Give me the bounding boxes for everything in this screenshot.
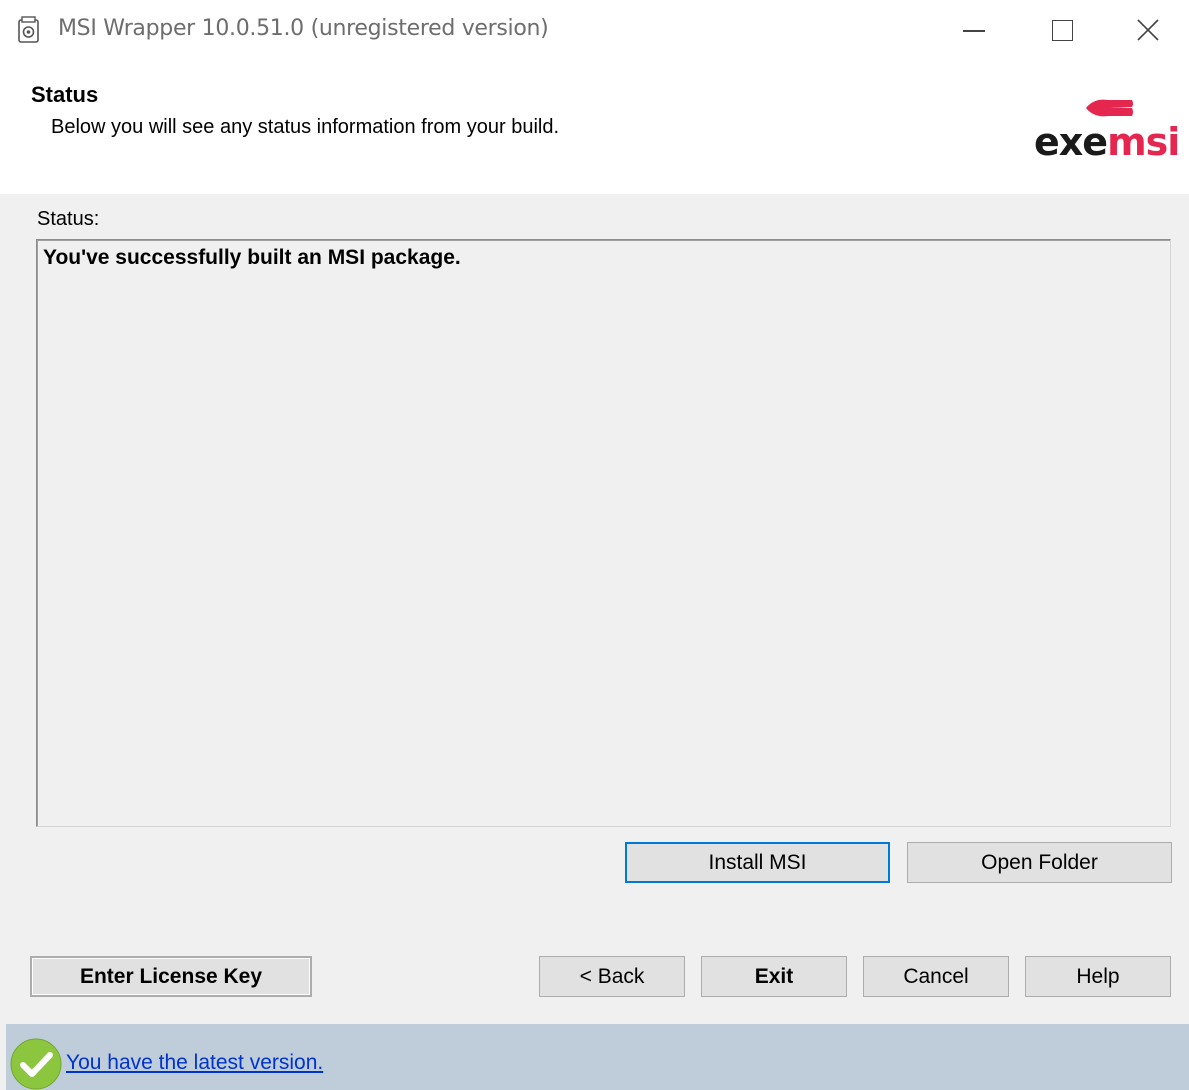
page-title: Status [31,82,99,107]
wizard-header: Status Below you will see any status inf… [0,60,1189,194]
help-button[interactable]: Help [1025,956,1171,997]
app-icon [18,16,39,43]
minimize-button[interactable] [930,0,1018,60]
logo-text: exemsi [1034,120,1180,164]
status-message: You've successfully built an MSI package… [43,246,461,269]
exit-button[interactable]: Exit [701,956,847,997]
page-subtitle: Below you will see any status informatio… [51,116,560,138]
install-msi-button[interactable]: Install MSI [625,842,890,883]
status-label: Status: [37,208,100,230]
status-output[interactable]: You've successfully built an MSI package… [36,239,1171,827]
title-bar: MSI Wrapper 10.0.51.0 (unregistered vers… [0,0,1189,60]
open-folder-button[interactable]: Open Folder [907,842,1172,883]
minimize-icon [963,30,985,32]
check-icon [10,1038,62,1090]
maximize-icon [1051,19,1073,41]
exemsi-logo: exemsi [1028,96,1180,166]
enter-license-key-button[interactable]: Enter License Key [30,956,312,997]
close-button[interactable] [1106,0,1189,60]
main-panel: Status: You've successfully built an MSI… [0,194,1189,1024]
back-button[interactable]: < Back [539,956,685,997]
close-icon [1136,19,1159,41]
cancel-button[interactable]: Cancel [863,956,1009,997]
update-status-bar: You have the latest version. [6,1024,1189,1090]
latest-version-link[interactable]: You have the latest version. [66,1051,323,1075]
maximize-button[interactable] [1018,0,1106,60]
window-title: MSI Wrapper 10.0.51.0 (unregistered vers… [58,16,549,41]
